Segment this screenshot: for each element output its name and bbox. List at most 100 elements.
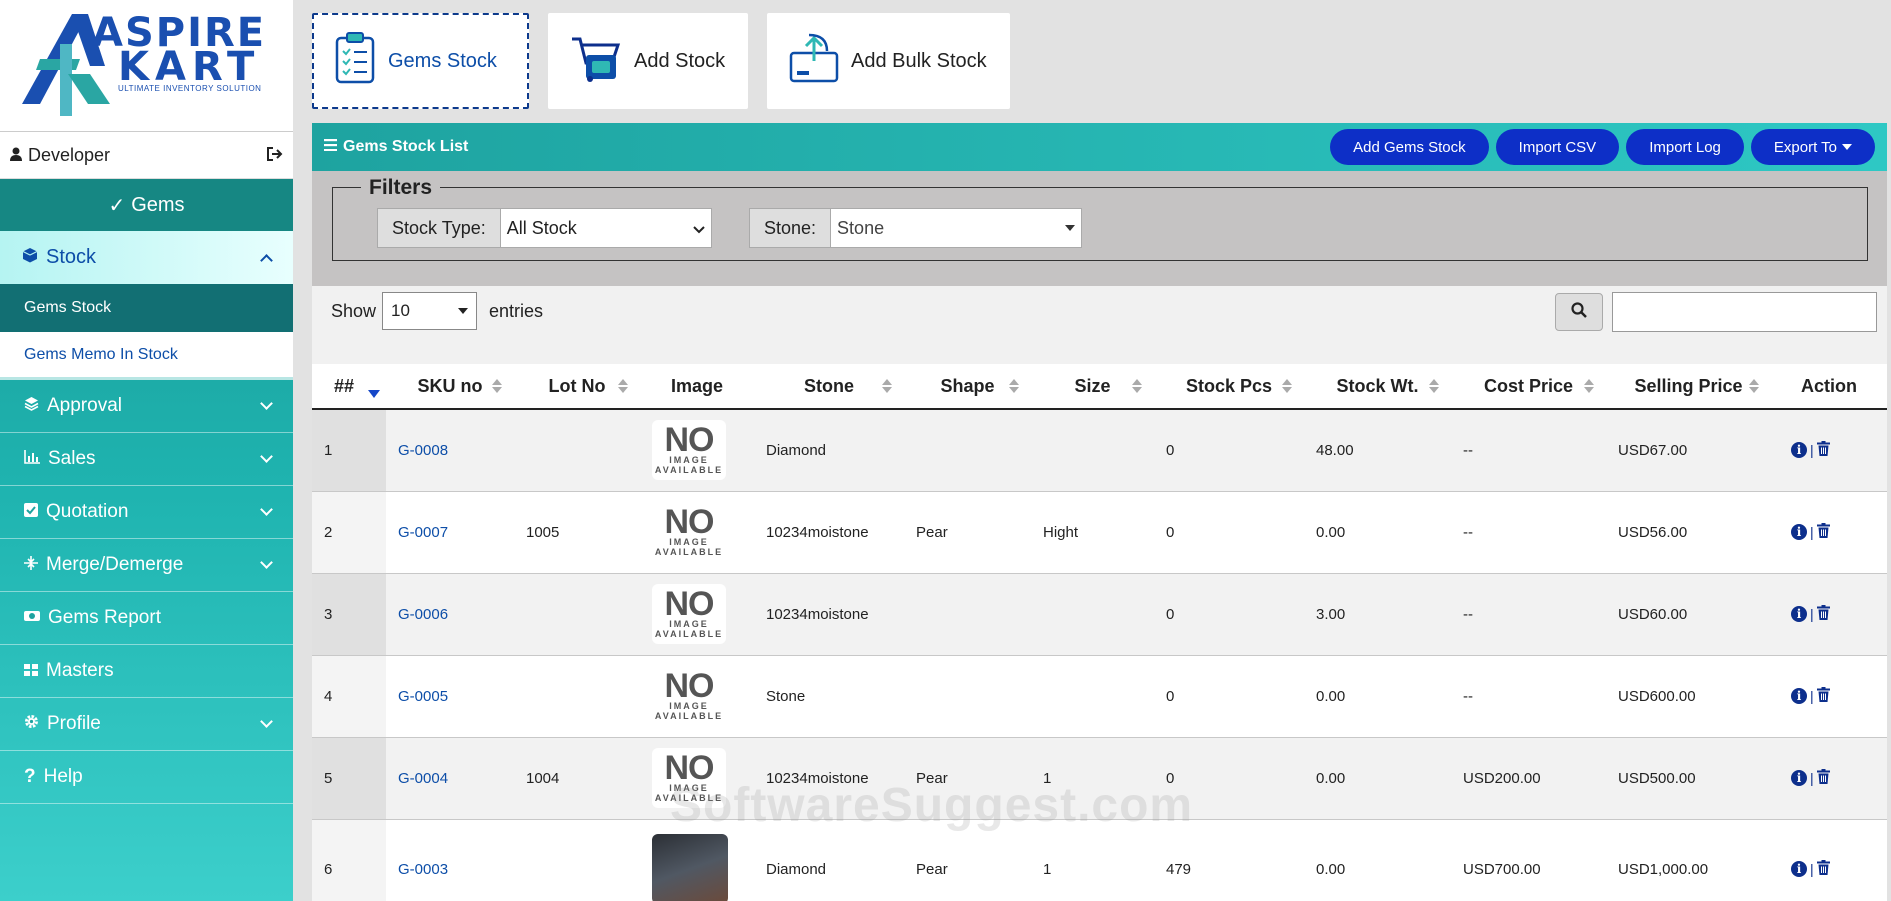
menu-stock[interactable]: Stock [0,231,293,284]
sidebar-item-help[interactable]: ? Help [0,751,293,804]
cell-image: NO IMAGE AVAILABLE [640,655,754,738]
sort-icon [1282,379,1292,393]
add-stock-icon [568,33,624,89]
cell-stone: 10234moistone [754,491,904,574]
list-area: Show 10 entries ## SKU no Lot No Image S… [312,286,1887,901]
cell-size: Hight [1031,491,1154,574]
merge-icon [24,554,38,576]
sidebar-item-profile[interactable]: Profile [0,698,293,751]
menu-gems[interactable]: ✓ Gems [0,179,293,231]
sidebar-item-sales[interactable]: Sales [0,433,293,486]
cell-selling-price: USD67.00 [1606,409,1771,492]
col-size[interactable]: Size [1031,364,1154,410]
cell-shape [904,409,1031,492]
col-stock-wt[interactable]: Stock Wt. [1304,364,1451,410]
col-stone[interactable]: Stone [754,364,904,410]
table-row: 2 G-0007 1005 NO IMAGE AVAILABLE 10234moistone… [312,491,1887,574]
import-csv-button[interactable]: Import CSV [1495,129,1620,165]
cell-image: NO IMAGE AVAILABLE [640,737,754,820]
sku-link[interactable]: G-0004 [386,737,514,820]
add-gems-stock-button[interactable]: Add Gems Stock [1330,129,1489,165]
sidebar-item-gems-memo-in-stock[interactable]: Gems Memo In Stock [0,332,293,380]
info-icon[interactable]: i [1791,770,1807,786]
cell-action: i | [1771,819,1887,901]
table-row: 6 G-0003 Diamond Pear 1 479 0.00 USD700.00 USD1,… [312,819,1887,901]
cell-stock-pcs: 479 [1154,819,1304,901]
stock-type-label: Stock Type: [378,209,501,247]
stone-select[interactable]: Stone [831,209,1082,247]
panel-header: Gems Stock List Add Gems Stock Import CS… [312,123,1887,171]
trash-icon[interactable] [1816,768,1830,788]
col-lot[interactable]: Lot No [514,364,640,410]
trash-icon[interactable] [1816,686,1830,706]
search-button[interactable] [1555,293,1603,331]
action-separator: | [1810,524,1814,540]
col-stock-pcs[interactable]: Stock Pcs [1154,364,1304,410]
cell-action: i | [1771,737,1887,820]
sidebar-item-label: Profile [47,713,101,734]
show-entries: Show 10 entries [331,292,543,330]
col-cost-price[interactable]: Cost Price [1451,364,1606,410]
add-bulk-stock-nav-button[interactable]: Add Bulk Stock [767,13,1010,109]
cell-lot [514,573,640,656]
stock-image[interactable] [652,834,728,901]
action-separator: | [1810,688,1814,704]
sort-desc-icon [368,389,380,398]
gems-stock-nav-button[interactable]: Gems Stock [312,13,529,109]
entries-select[interactable]: 10 [382,292,478,330]
cell-selling-price: USD500.00 [1606,737,1771,820]
trash-icon[interactable] [1816,604,1830,624]
filters-legend: Filters [361,176,441,200]
chevron-down-icon [260,715,273,728]
import-log-button[interactable]: Import Log [1626,129,1744,165]
cell-index: 1 [312,409,386,492]
stock-type-select[interactable]: All Stock [500,209,711,247]
info-icon[interactable]: i [1791,606,1807,622]
sku-link[interactable]: G-0006 [386,573,514,656]
col-sku[interactable]: SKU no [386,364,514,410]
search-input[interactable] [1612,292,1877,332]
sidebar-item-approval[interactable]: Approval [0,380,293,433]
sidebar-item-merge-demerge[interactable]: Merge/Demerge [0,539,293,592]
table-row: 4 G-0005 NO IMAGE AVAILABLE Stone 0 0.00 -- USD60… [312,655,1887,738]
trash-icon[interactable] [1816,522,1830,542]
sku-link[interactable]: G-0003 [386,819,514,901]
sidebar-item-gems-report[interactable]: Gems Report [0,592,293,645]
export-to-button[interactable]: Export To [1750,129,1875,165]
cell-cost-price: -- [1451,491,1606,574]
cell-selling-price: USD600.00 [1606,655,1771,738]
cell-action: i | [1771,573,1887,656]
table-row: 3 G-0006 NO IMAGE AVAILABLE 10234moistone 0 3.0… [312,573,1887,656]
sidebar-item-quotation[interactable]: Quotation [0,486,293,539]
cell-shape [904,655,1031,738]
sort-icon [1009,379,1019,393]
logout-icon[interactable] [267,145,283,166]
sku-link[interactable]: G-0005 [386,655,514,738]
cell-image [640,819,754,901]
show-label: Show [331,300,377,321]
cell-cost-price: USD700.00 [1451,819,1606,901]
user-name: Developer [28,144,111,165]
info-icon[interactable]: i [1791,688,1807,704]
col-selling-price[interactable]: Selling Price [1606,364,1771,410]
sidebar-item-masters[interactable]: Masters [0,645,293,698]
cell-cost-price: -- [1451,655,1606,738]
stone-value: Stone [837,217,885,238]
add-stock-nav-button[interactable]: Add Stock [548,13,748,109]
info-icon[interactable]: i [1791,524,1807,540]
sidebar-item-gems-stock[interactable]: Gems Stock [0,284,293,332]
logo-tagline: ULTIMATE INVENTORY SOLUTION [118,84,262,93]
sku-link[interactable]: G-0008 [386,409,514,492]
col-index[interactable]: ## [312,364,386,410]
trash-icon[interactable] [1816,859,1830,879]
sku-link[interactable]: G-0007 [386,491,514,574]
gear-icon [24,713,39,735]
info-icon[interactable]: i [1791,442,1807,459]
cell-selling-price: USD1,000.00 [1606,819,1771,901]
logo[interactable]: ASPIRE KART ULTIMATE INVENTORY SOLUTION [0,0,293,132]
cell-stone: Diamond [754,819,904,901]
info-icon[interactable]: i [1791,861,1807,877]
col-shape[interactable]: Shape [904,364,1031,410]
trash-icon[interactable] [1816,440,1830,460]
sort-icon [1749,379,1759,393]
